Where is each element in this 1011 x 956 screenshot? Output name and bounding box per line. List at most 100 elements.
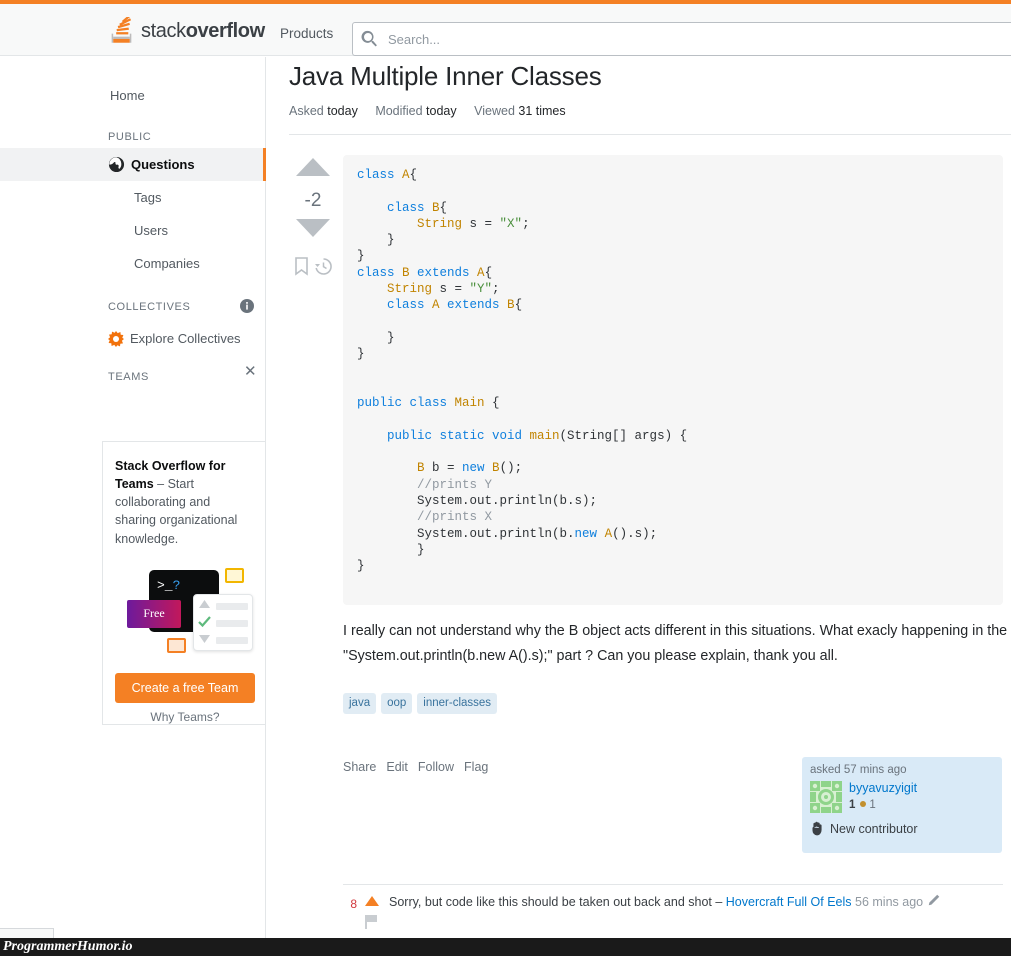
code-token: A <box>604 526 613 541</box>
bookmark-icon[interactable] <box>293 257 310 276</box>
code-token: } <box>357 347 365 362</box>
sidebar-item-explore-collectives[interactable]: Explore Collectives <box>0 322 266 355</box>
sidebar-item-label: Tags <box>134 190 162 205</box>
tag-java[interactable]: java <box>343 693 377 714</box>
comment-score: 8 <box>350 897 357 911</box>
sidebar-item-questions[interactable]: Questions <box>0 148 266 181</box>
asked-label: Asked <box>289 104 324 118</box>
code-token: class <box>357 298 433 313</box>
title-divider <box>289 134 1011 135</box>
watermark-label: ProgrammerHumor.io <box>3 939 133 954</box>
teams-promo-illustration: >_? Free <box>115 560 253 670</box>
code-token: System.out.println(b.s); <box>357 493 598 508</box>
code-token: B <box>507 298 515 313</box>
why-teams-link[interactable]: Why Teams? <box>103 710 267 724</box>
code-token: ; <box>522 216 530 231</box>
owner-reputation: 11 <box>849 799 917 811</box>
bronze-badge-icon <box>860 800 867 807</box>
code-token: //prints Y <box>357 477 493 492</box>
search-icon <box>361 30 377 47</box>
code-token: A <box>477 265 485 280</box>
avatar[interactable] <box>810 781 842 813</box>
search-bar[interactable] <box>352 22 1011 56</box>
page-title: Java Multiple Inner Classes <box>289 61 602 91</box>
owner-username[interactable]: byyavuzyigit <box>849 781 917 796</box>
collectives-flower-icon <box>108 330 124 347</box>
question-body-text: I really can not understand why the B ob… <box>343 623 1008 664</box>
code-token: class <box>357 168 403 182</box>
edit-link[interactable]: Edit <box>386 760 408 774</box>
sidebar-item-label: Users <box>134 223 168 238</box>
bronze-badge-count: 1 <box>869 799 876 811</box>
stackoverflow-logo-icon <box>111 17 132 43</box>
code-token: "X" <box>499 216 523 231</box>
code-token: { <box>484 396 500 411</box>
asked-timestamp: asked 57 mins ago <box>810 764 907 776</box>
question-tags: java oop inner-classes <box>343 693 498 714</box>
code-token: B <box>402 265 410 280</box>
share-link[interactable]: Share <box>343 760 376 774</box>
comment-body: Sorry, but code like this should be take… <box>389 893 1008 911</box>
code-token: } <box>357 542 425 557</box>
info-icon[interactable] <box>240 299 254 313</box>
code-token: A <box>432 298 440 313</box>
code-token: String <box>357 216 463 231</box>
code-token: A <box>402 168 410 182</box>
comments-divider <box>343 884 1003 885</box>
comment-author-link[interactable]: Hovercraft Full Of Eels <box>726 895 852 909</box>
code-token: { <box>439 200 448 215</box>
sidebar-heading-public: PUBLIC <box>108 131 152 143</box>
code-token: new <box>574 526 605 541</box>
stackoverflow-logo[interactable]: stackoverflow <box>110 16 265 46</box>
flag-link[interactable]: Flag <box>464 760 488 774</box>
code-token: b = <box>424 461 463 476</box>
comment-timestamp: 56 mins ago <box>855 895 924 909</box>
sidebar-item-companies[interactable]: Companies <box>0 247 266 280</box>
code-token: ().s); <box>612 526 658 541</box>
tag-inner-classes[interactable]: inner-classes <box>417 693 498 714</box>
code-token: System.out.println(b. <box>357 526 575 541</box>
new-contributor-banner: New contributor <box>810 821 994 836</box>
watermark-bar: ProgrammerHumor.io <box>0 938 1011 956</box>
code-token: } <box>357 330 395 345</box>
answers-panel-icon <box>193 593 253 651</box>
code-token: extends <box>439 298 508 313</box>
globe-icon <box>108 156 125 173</box>
code-token: { <box>514 298 523 313</box>
waving-hand-icon <box>812 821 822 836</box>
code-token: { <box>484 265 493 280</box>
check-icon <box>198 615 211 627</box>
sidebar-item-home[interactable]: Home <box>110 88 145 103</box>
code-token: main <box>529 428 560 443</box>
comment-row: 8 Sorry, but code like this should be ta… <box>343 893 1008 929</box>
sidebar-item-tags[interactable]: Tags <box>0 181 266 214</box>
chat-bubble-orange-icon <box>167 637 186 653</box>
question-owner-card: asked 57 mins ago byyavuzyigit 1 1 New c… <box>802 757 1002 853</box>
sidebar-item-users[interactable]: Users <box>0 214 266 247</box>
close-icon[interactable]: ✕ <box>244 364 257 379</box>
code-token: B <box>357 461 425 476</box>
revision-history-icon[interactable] <box>314 257 333 276</box>
sidebar-item-label: Companies <box>134 256 200 271</box>
tag-oop[interactable]: oop <box>381 693 413 714</box>
edit-pencil-icon[interactable] <box>927 894 940 907</box>
modified-value: today <box>426 104 457 118</box>
comment-upvote-icon[interactable] <box>365 896 379 906</box>
comment-text: Sorry, but code like this should be take… <box>389 895 726 909</box>
create-free-team-button[interactable]: Create a free Team <box>115 673 255 703</box>
downvote-button[interactable] <box>295 216 331 240</box>
follow-link[interactable]: Follow <box>418 760 454 774</box>
viewed-label: Viewed <box>474 104 515 118</box>
free-badge: Free <box>127 599 181 628</box>
comment-flag-icon[interactable] <box>365 915 378 929</box>
modified-label: Modified <box>375 104 423 118</box>
code-token: "Y" <box>469 282 493 297</box>
nav-products[interactable]: Products <box>280 26 333 41</box>
search-input[interactable] <box>386 30 986 48</box>
upvote-button[interactable] <box>295 155 331 179</box>
teams-promo-copy: Stack Overflow for Teams – Start collabo… <box>115 457 253 548</box>
code-token: class <box>357 200 433 215</box>
question-meta: Asked today Modified today Viewed 31 tim… <box>289 104 566 118</box>
code-token: } <box>357 559 365 574</box>
code-token: { <box>409 168 418 182</box>
